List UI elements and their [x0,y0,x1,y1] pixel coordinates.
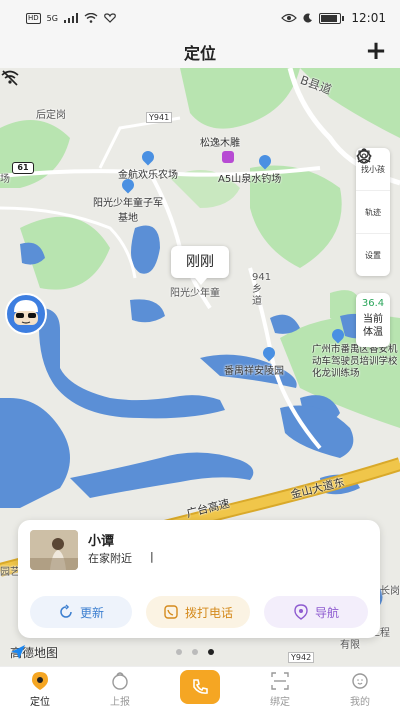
report-nav-icon [112,671,128,690]
nav-report-label: 上报 [110,696,130,708]
refresh-icon [60,604,72,618]
amap-logo: 高德地图 [10,644,58,661]
nav-bind[interactable]: 绑定 [240,667,320,711]
child-avatar-marker[interactable] [0,292,52,336]
poi-driving-school-label: 广州市番禺区香安机动车驾驶员培训学校化龙训练场 [312,344,398,379]
map-label-yi: 园艺 [0,567,20,578]
wifi-icon [84,13,98,23]
poi-cemetery[interactable]: 番禺祥安陵园 [224,344,284,377]
poi-farm[interactable]: 金航欢乐农场 [118,148,178,181]
status-right: 12:01 [281,11,386,25]
location-pin-icon [329,326,347,344]
temperature-value: 36.4 [361,298,385,309]
child-info-card: 小谭 在家附近 | 更新 拨打电话 导航 [18,520,380,638]
settings-label: 设置 [365,250,381,260]
map-label-field: 场 [0,174,10,185]
poi-cemetery-label: 番禺祥安陵园 [224,366,284,377]
moon-icon [303,13,313,23]
temperature-label-1: 当前 [363,314,383,325]
pager-dot[interactable] [176,649,182,655]
card-pager [176,649,214,655]
child-photo[interactable] [30,530,78,570]
pager-dot[interactable] [192,649,198,655]
child-name: 小谭 [88,534,115,549]
hd-badge: HD [26,12,41,24]
temperature-panel: 36.4 当前 体温 [356,293,390,347]
navigate-button[interactable]: 导航 [264,596,368,628]
temperature-label-2: 体温 [363,327,383,338]
refresh-label: 更新 [79,605,104,620]
location-pin-icon [260,344,278,362]
nav-locate-label: 定位 [30,696,50,708]
child-location-text: 在家附近 [88,552,132,565]
heart-icon [104,13,116,23]
settings-button[interactable]: 设置 [356,148,390,276]
track-button[interactable]: 轨迹 [356,149,390,234]
add-button[interactable]: + [360,36,392,68]
status-left: HD 5G [26,12,116,24]
map-label-dinggang: 后定岗 [36,110,66,121]
device-battery-badge: 61 [12,162,34,174]
nav-locate[interactable]: 定位 [0,667,80,711]
poi-pine-label: 松逸木雕 [200,138,240,149]
nav-report[interactable]: 上报 [80,667,160,711]
signal-icon [63,13,78,23]
location-pin-icon [256,152,274,170]
map-side-panel: 找小孩 轨迹 设置 [356,148,390,276]
bottom-nav: 定位 上报 绑定 我的 [0,666,400,711]
map-label-xiangdao: 941乡道 [252,272,272,307]
locate-nav-icon [32,671,48,690]
nav-call-center[interactable] [160,667,240,711]
location-cursor: | [150,550,154,563]
wifi-off-icon [1,70,19,86]
refresh-button[interactable]: 更新 [30,596,132,628]
map-label-road-y941: Y941 [146,112,173,123]
pager-dot-active[interactable] [208,649,214,655]
nav-mine-label: 我的 [350,696,370,708]
poi-youth-base[interactable]: 阳光少年童子军基地 [88,176,168,224]
call-label: 拨打电话 [184,605,233,620]
battery-icon [319,12,345,24]
phone-icon [164,605,178,619]
center-call-button[interactable] [180,670,220,704]
map-label-road-y942: Y942 [288,652,315,663]
gear-icon [356,148,372,164]
map-label-changgang: 长岗 [380,586,400,597]
call-button[interactable]: 拨打电话 [146,596,250,628]
poi-fishing-label: A5山泉水钓场 [218,174,282,185]
navigation-icon [294,604,308,620]
poi-pine[interactable]: 松逸木雕 [200,134,240,149]
amap-arrow-icon [11,645,25,659]
poi-youth-base-label: 阳光少年童子军基地 [93,198,163,224]
find-child-label: 找小孩 [361,164,385,174]
title-bar: 定位 + [0,36,400,68]
scan-nav-icon [271,671,289,690]
navigate-label: 导航 [314,605,339,620]
signal-label: 5G [46,13,58,23]
phone-icon [193,679,208,694]
location-pin-icon [119,176,137,194]
poi-fishing[interactable]: A5山泉水钓场 [218,152,282,185]
nav-mine[interactable]: 我的 [320,667,400,711]
clock: 12:01 [351,11,386,25]
status-bar: HD 5G 12:01 [0,0,400,36]
page-title: 定位 [183,44,216,63]
location-pin-icon [139,148,157,166]
profile-nav-icon [352,672,368,689]
eye-icon [281,13,298,23]
map-label-youth-base2: 阳光少年童 [170,288,220,299]
nav-bind-label: 绑定 [270,696,290,708]
track-label: 轨迹 [365,207,381,217]
location-time-bubble: 刚刚 [171,246,229,285]
